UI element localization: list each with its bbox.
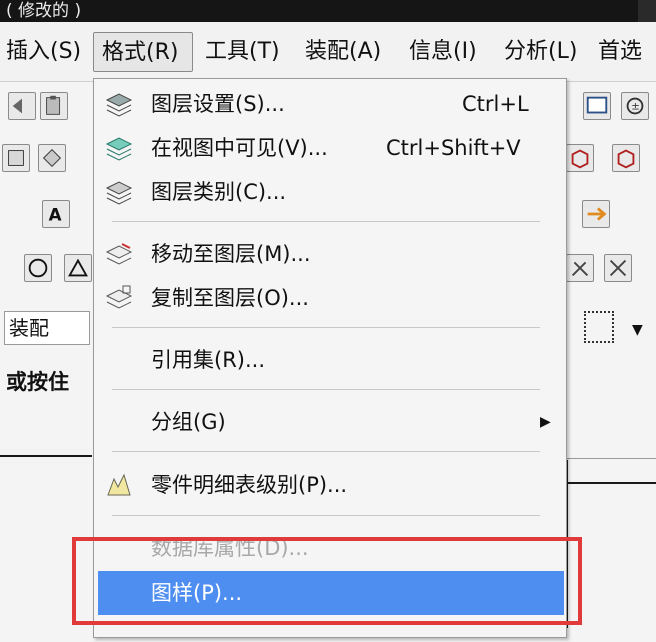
window-title-bar: ( 修改的 ) (0, 0, 656, 22)
menu-separator (112, 327, 540, 328)
menu-analysis[interactable]: 分析(L) (496, 32, 585, 72)
toolbar-icon-scissors[interactable] (604, 254, 632, 282)
window-title: ( 修改的 ) (6, 1, 82, 21)
menu-item-label: 分组(G) (151, 410, 226, 434)
toolbar-icon-orange-arrow[interactable] (582, 200, 610, 228)
toolbar-icon-triangle[interactable] (64, 254, 92, 282)
menu-item-label: 图样(P)... (151, 581, 243, 605)
menu-bar: 插入(S) 格式(R) 工具(T) 装配(A) 信息(I) 分析(L) 首选 (0, 22, 656, 82)
toolbar-icon-circle[interactable] (24, 254, 52, 282)
menu-separator (112, 389, 540, 390)
menu-item-label: 在视图中可见(V)... (151, 136, 328, 160)
drawing-line (566, 482, 656, 484)
format-dropdown-menu: 图层设置(S)... Ctrl+L 在视图中可见(V)... Ctrl+Shif… (93, 78, 567, 638)
toolbar-icon-arrow[interactable] (8, 92, 36, 120)
menu-tools[interactable]: 工具(T) (197, 32, 288, 72)
layer-category-icon (104, 178, 134, 206)
menu-item-label: 移动至图层(M)... (151, 242, 311, 266)
drawing-line (0, 455, 92, 457)
menu-item-reference-set[interactable]: 引用集(R)... (94, 340, 566, 380)
prompt-text: 或按住 (6, 370, 69, 394)
visible-in-view-icon (104, 134, 134, 162)
toolbar-icon-text-annotation[interactable]: A (42, 200, 70, 228)
toolbar-icon-block[interactable] (2, 144, 30, 172)
copy-to-layer-icon (104, 284, 134, 312)
assembly-field[interactable]: 装配 (4, 311, 90, 345)
svg-text:±: ± (631, 102, 640, 113)
toolbar-icon-paste[interactable] (40, 92, 68, 120)
drawing-line (566, 458, 656, 459)
menu-separator (112, 451, 540, 452)
title-bar-edge (638, 0, 656, 22)
menu-separator (112, 515, 540, 516)
toolbar-icon-cube-outline[interactable] (612, 144, 640, 172)
menu-item-layer-settings[interactable]: 图层设置(S)... Ctrl+L (94, 84, 566, 124)
menu-item-group[interactable]: 分组(G) ▶ (94, 402, 566, 442)
menu-item-label: 复制至图层(O)... (151, 286, 309, 310)
menu-item-move-to-layer[interactable]: 移动至图层(M)... (94, 234, 566, 274)
menu-item-label: 引用集(R)... (151, 348, 266, 372)
menu-assembly[interactable]: 装配(A) (297, 32, 389, 72)
svg-text:A: A (49, 205, 62, 225)
menu-item-label: 数据库属性(D)... (151, 536, 309, 560)
menu-item-label: 图层设置(S)... (151, 92, 285, 116)
move-to-layer-icon (104, 240, 134, 268)
menu-item-visible-in-view[interactable]: 在视图中可见(V)... Ctrl+Shift+V (94, 128, 566, 168)
toolbar-icon-view-frame[interactable] (583, 92, 611, 120)
menu-information[interactable]: 信息(I) (401, 32, 485, 72)
menu-insert[interactable]: 插入(S) (0, 32, 89, 72)
menu-item-copy-to-layer[interactable]: 复制至图层(O)... (94, 278, 566, 318)
menu-item-label: 图层类别(C)... (151, 180, 287, 204)
toolbar-icon-cube-red[interactable] (566, 144, 594, 172)
menu-item-parts-list-level[interactable]: 零件明细表级别(P)... (94, 465, 566, 505)
menu-format[interactable]: 格式(R) (93, 32, 193, 72)
menu-item-label: 零件明细表级别(P)... (151, 473, 348, 497)
layer-settings-icon (104, 90, 134, 118)
toolbar-icon-zoom[interactable]: ± (621, 92, 649, 120)
menu-item-database-attributes[interactable]: 数据库属性(D)... (94, 528, 566, 568)
menu-item-layer-category[interactable]: 图层类别(C)... (94, 172, 566, 212)
menu-item-drawing-sheet[interactable]: 图样(P)... (98, 571, 564, 615)
toolbar-icon-tools[interactable] (566, 254, 594, 282)
menu-item-shortcut: Ctrl+L (462, 92, 529, 116)
parts-list-level-icon (104, 471, 134, 499)
menu-separator (112, 221, 540, 222)
chevron-down-icon[interactable]: ▼ (632, 322, 643, 338)
submenu-arrow-icon: ▶ (540, 414, 551, 430)
toolbar-icon-tag[interactable] (38, 144, 66, 172)
menu-item-shortcut: Ctrl+Shift+V (386, 136, 521, 160)
selection-box-icon[interactable] (584, 311, 614, 343)
menu-preferences[interactable]: 首选 (590, 32, 650, 72)
